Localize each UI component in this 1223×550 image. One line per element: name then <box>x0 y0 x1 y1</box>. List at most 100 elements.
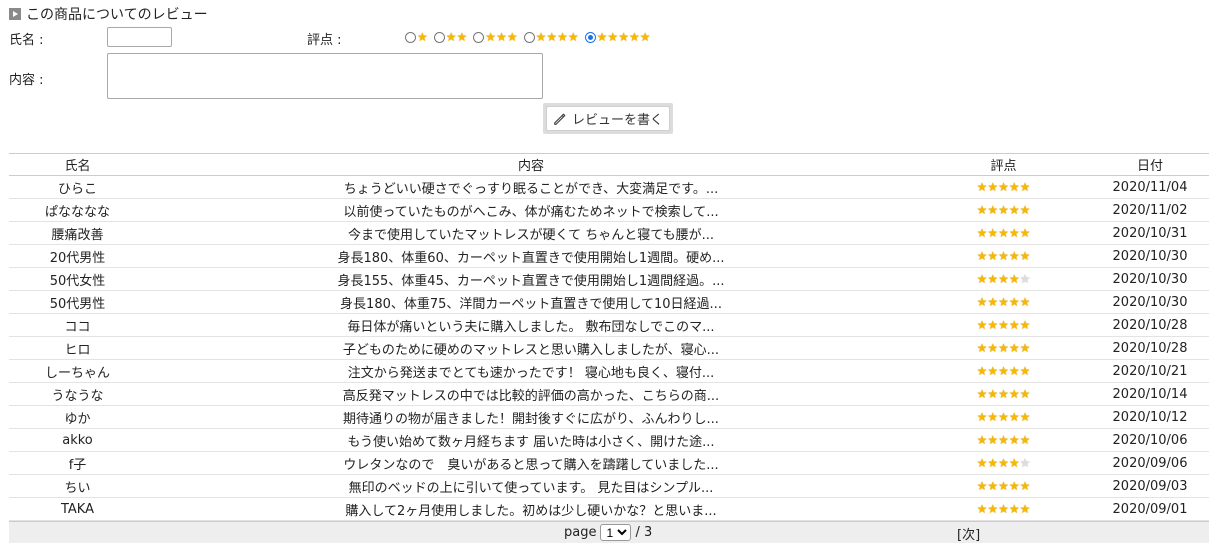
rating-radio-3[interactable] <box>473 31 485 43</box>
header-content: 内容 <box>146 153 916 176</box>
rating-radio-2[interactable] <box>433 31 445 43</box>
rating-radio-4[interactable] <box>523 31 535 43</box>
star-icon: ★ <box>987 455 999 470</box>
review-stars: ★ ★ ★ ★ ★ <box>977 480 1031 492</box>
write-review-label: レビューを書く <box>571 113 663 128</box>
page-total: / 3 <box>635 525 653 540</box>
review-stars: ★ ★ ★ ★ ★ <box>977 296 1031 308</box>
review-content: 購入して2ヶ月使用しました。初めは少し硬いかな？と思いま... <box>146 497 916 521</box>
star-icon: ★ <box>1008 294 1020 309</box>
star-icon: ★ <box>987 501 999 516</box>
star-icon: ★ <box>987 202 999 217</box>
pagination-bar: page 1 / 3 [次] <box>9 521 1209 543</box>
rating-label: 評点 : <box>307 33 342 48</box>
write-review-button[interactable]: レビューを書く <box>546 106 670 131</box>
review-name: ゆか <box>9 405 146 429</box>
review-name: うなうな <box>9 382 146 406</box>
next-page-link[interactable]: [次] <box>957 524 980 543</box>
star-icon: ★ <box>987 225 999 240</box>
star-icon: ★ <box>987 409 999 424</box>
header-rating: 評点 <box>916 153 1091 176</box>
star-icon: ★ <box>976 294 988 309</box>
name-label: 氏名 : <box>9 33 44 48</box>
rating-option-stars: ★ <box>417 31 428 43</box>
rating-radio-5[interactable] <box>584 31 596 43</box>
star-icon: ★ <box>987 317 999 332</box>
review-stars: ★ ★ ★ ★ ★ <box>977 503 1031 515</box>
review-content: ウレタンなので 臭いがあると思って購入を躊躇していました... <box>146 451 916 475</box>
star-icon: ★ <box>618 30 629 44</box>
rating-option-stars: ★ ★ <box>446 31 468 43</box>
star-icon: ★ <box>639 30 651 44</box>
review-rating: ★ ★ ★ ★ ★ <box>916 244 1091 268</box>
review-name: f子 <box>9 451 146 475</box>
review-date: 2020/10/30 <box>1091 267 1209 291</box>
review-content: 今まで使用していたマットレスが硬くて ちゃんと寝ても腰が... <box>146 221 916 245</box>
star-empty-icon: ★ <box>1019 455 1031 470</box>
star-icon: ★ <box>976 501 988 516</box>
content-textarea[interactable] <box>107 53 543 99</box>
review-rating: ★ ★ ★ ★ ★ <box>916 428 1091 452</box>
star-icon: ★ <box>1008 501 1020 516</box>
star-icon: ★ <box>1019 501 1031 516</box>
review-name: ちい <box>9 474 146 498</box>
star-icon: ★ <box>976 432 988 447</box>
star-icon: ★ <box>998 455 1009 470</box>
rating-option-5[interactable]: ★ ★ ★ ★ ★ <box>584 30 651 44</box>
review-rating: ★ ★ ★ ★ ★ <box>916 382 1091 406</box>
review-rating: ★ ★ ★ ★ ★ <box>916 474 1091 498</box>
table-row: TAKA 購入して2ヶ月使用しました。初めは少し硬いかな？と思いま... ★ ★ ★ ★ ★… <box>9 497 1209 521</box>
rating-option-1[interactable]: ★ <box>405 31 428 43</box>
star-icon: ★ <box>1019 202 1031 217</box>
rating-option-2[interactable]: ★ ★ <box>433 31 468 43</box>
review-stars: ★ ★ ★ ★ ★ <box>977 411 1031 423</box>
review-content: 無印のベッドの上に引いて使っています。 見た目はシンプル... <box>146 474 916 498</box>
rating-radio-1[interactable] <box>405 31 416 43</box>
star-icon: ★ <box>998 271 1009 286</box>
star-icon: ★ <box>987 179 999 194</box>
star-icon: ★ <box>998 294 1009 309</box>
review-content: ちょうどいい硬さでぐっすり眠ることができ、大変満足です。... <box>146 175 916 199</box>
table-row: 腰痛改善 今まで使用していたマットレスが硬くて ちゃんと寝ても腰が... ★ ★ ★ ★ ★… <box>9 221 1209 245</box>
review-date: 2020/10/21 <box>1091 359 1209 383</box>
star-icon: ★ <box>1008 340 1020 355</box>
pencil-icon <box>554 113 566 125</box>
review-date: 2020/09/06 <box>1091 451 1209 475</box>
table-row: akko もう使い始めて数ヶ月経ちます 届いた時は小さく、開けた途... ★ ★ ★ ★ ★… <box>9 428 1209 452</box>
review-rating: ★ ★ ★ ★ ★ <box>916 198 1091 222</box>
star-icon: ★ <box>1008 202 1020 217</box>
name-input[interactable] <box>107 27 172 47</box>
star-icon: ★ <box>976 455 988 470</box>
review-date: 2020/09/03 <box>1091 474 1209 498</box>
review-name: 腰痛改善 <box>9 221 146 245</box>
star-icon: ★ <box>1019 340 1031 355</box>
star-icon: ★ <box>1019 478 1031 493</box>
star-icon: ★ <box>1019 432 1031 447</box>
star-icon: ★ <box>976 225 988 240</box>
review-date: 2020/10/06 <box>1091 428 1209 452</box>
star-icon: ★ <box>998 386 1009 401</box>
star-icon: ★ <box>976 202 988 217</box>
star-icon: ★ <box>485 30 497 44</box>
review-date: 2020/10/30 <box>1091 244 1209 268</box>
review-rating: ★ ★ ★ ★ ★ <box>916 267 1091 291</box>
star-icon: ★ <box>567 30 579 44</box>
rating-option-3[interactable]: ★ ★ ★ <box>473 30 518 44</box>
review-stars: ★ ★ ★ ★ ★ <box>977 457 1031 469</box>
star-icon: ★ <box>506 30 518 44</box>
star-icon: ★ <box>998 363 1009 378</box>
review-rating: ★ ★ ★ ★ ★ <box>916 290 1091 314</box>
star-icon: ★ <box>596 30 608 44</box>
star-icon: ★ <box>1019 294 1031 309</box>
rating-radio-group: ★ ★ ★ ★ ★ ★ ★ ★ ★ ★ ★ ★ ★ ★ ★ <box>405 31 656 43</box>
rating-option-4[interactable]: ★ ★ ★ ★ <box>523 30 579 44</box>
star-icon: ★ <box>1008 478 1020 493</box>
review-name: ひらこ <box>9 175 146 199</box>
review-name: akko <box>9 428 146 452</box>
page-select[interactable]: 1 <box>600 524 632 541</box>
review-name: 20代男性 <box>9 244 146 268</box>
star-icon: ★ <box>987 432 999 447</box>
table-row: f子 ウレタンなので 臭いがあると思って購入を躊躇していました... ★ ★ ★ ★ ★ 20… <box>9 451 1209 475</box>
content-label: 内容 : <box>9 73 44 88</box>
review-stars: ★ ★ ★ ★ ★ <box>977 319 1031 331</box>
